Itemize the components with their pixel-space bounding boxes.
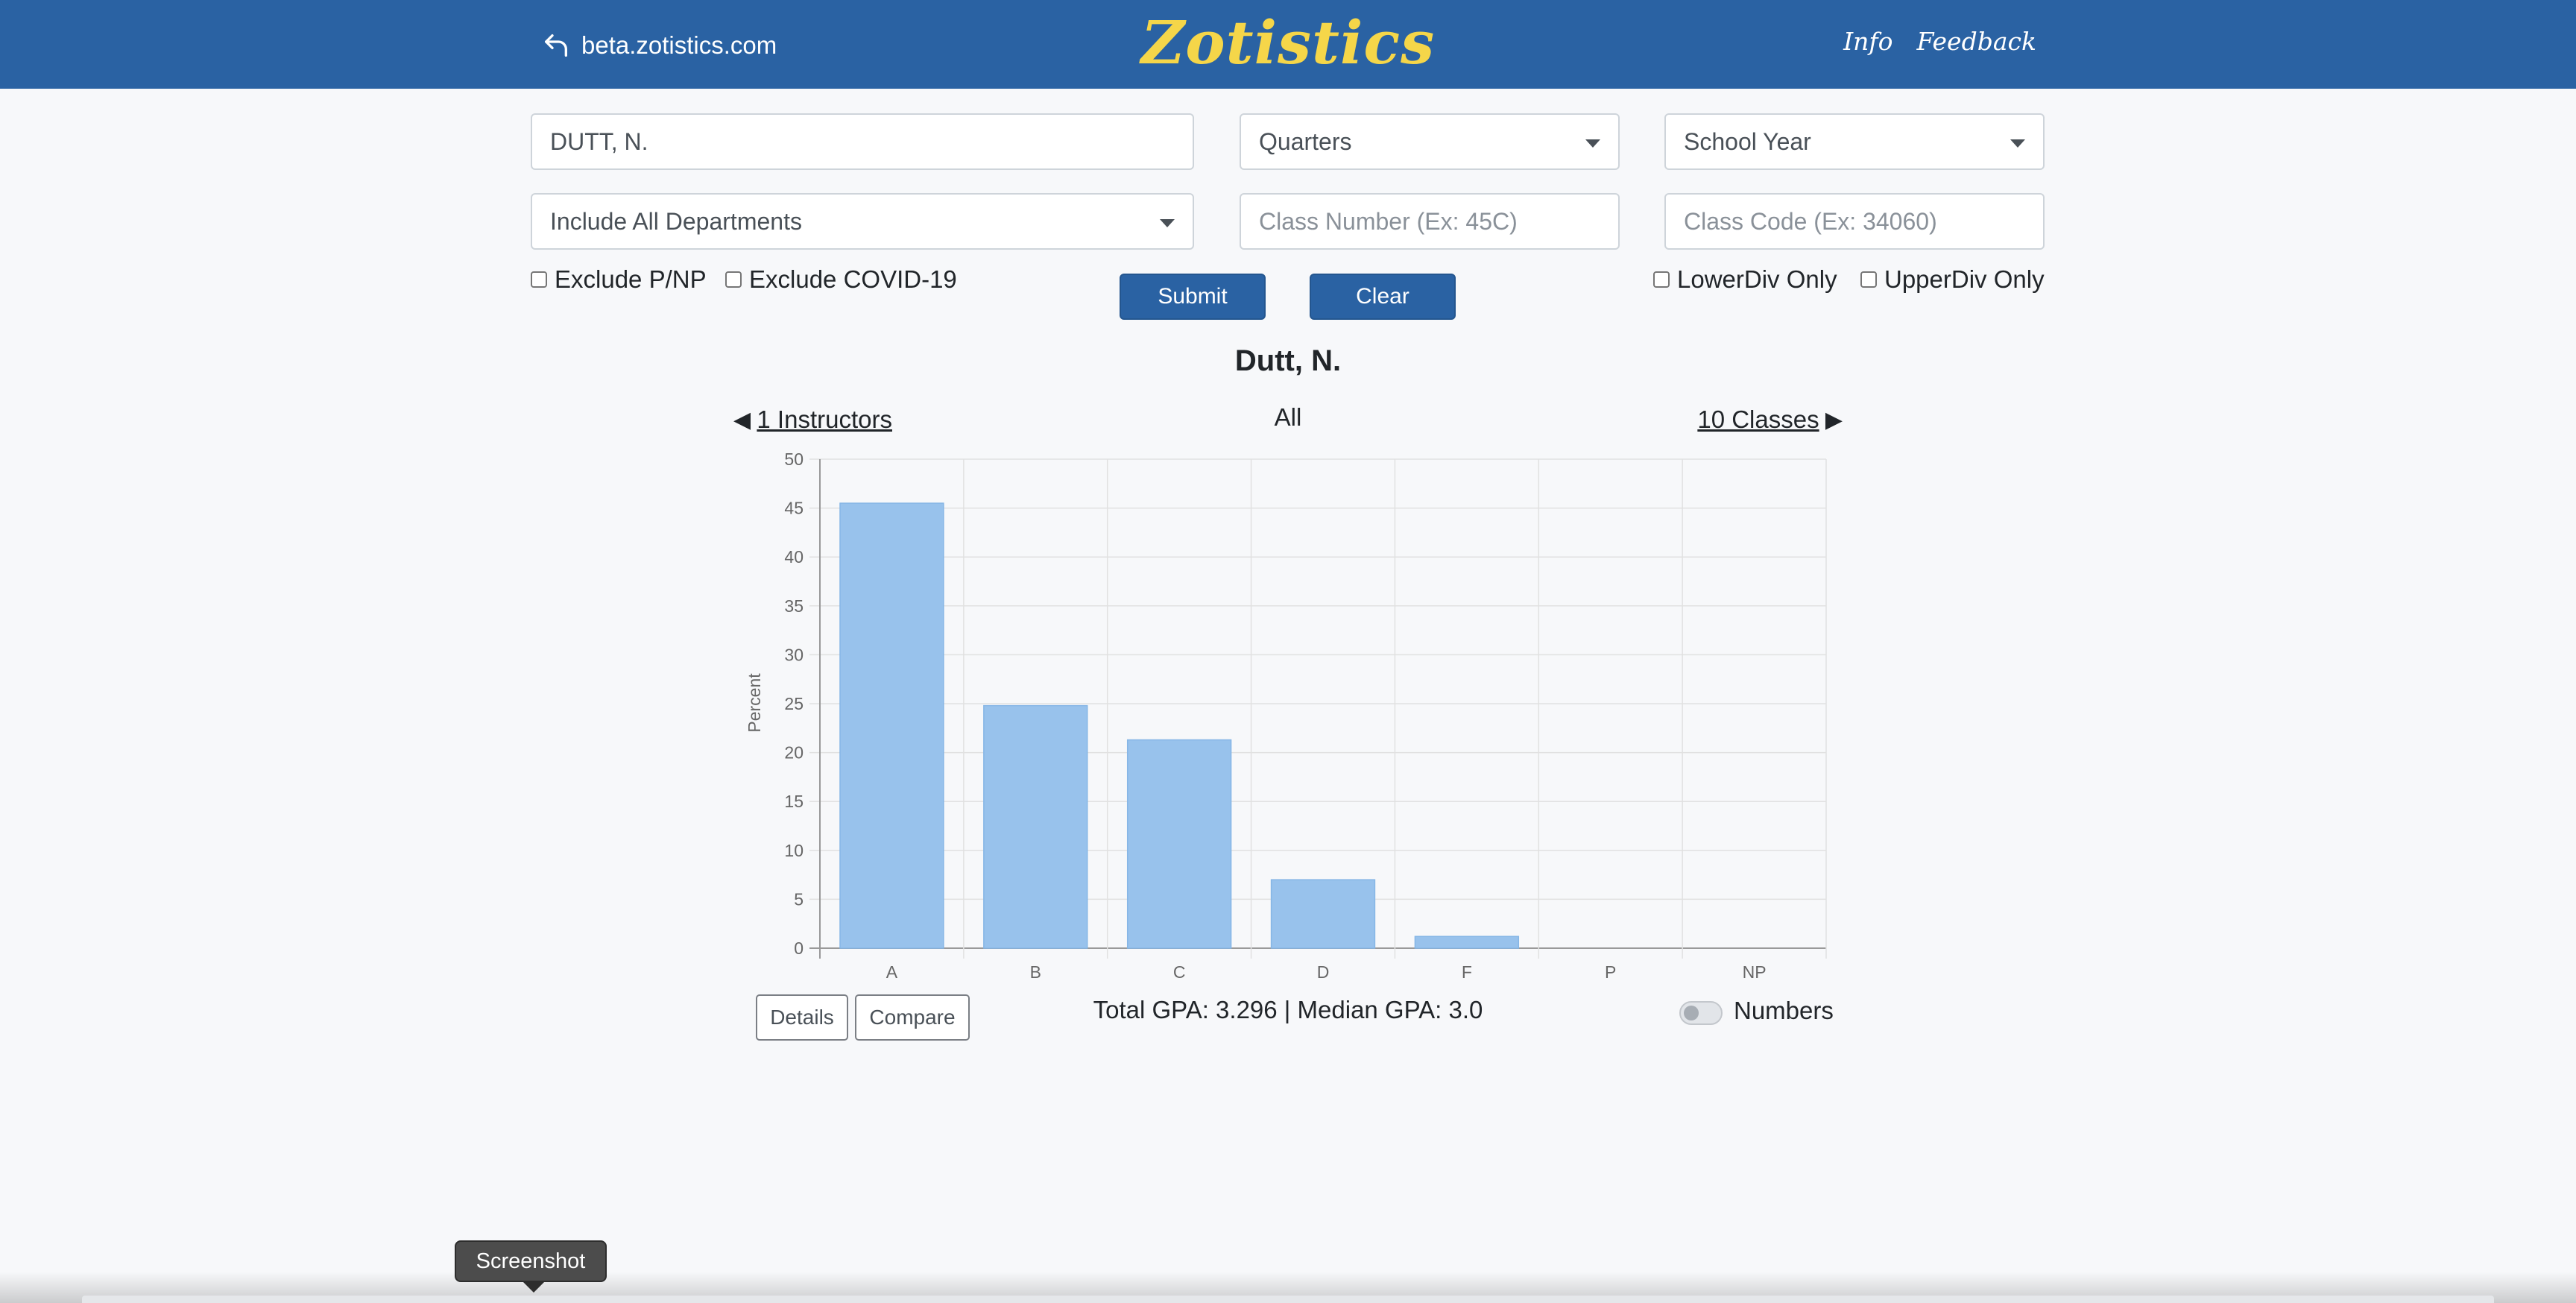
bar-d[interactable] [1270,879,1376,949]
x-tick-label: NP [1743,962,1767,982]
y-tick-label: 40 [784,547,804,567]
back-to-beta-link[interactable]: beta.zotistics.com [541,27,777,64]
toggle-knob [1684,1006,1699,1020]
y-tick-label: 30 [784,645,804,664]
x-tick-label: C [1173,962,1186,982]
y-tick-label: 20 [784,743,804,763]
chevron-down-icon [1585,139,1600,148]
chevron-right-icon: ▶ [1819,407,1843,432]
exclude-pnp-checkbox[interactable]: Exclude P/NP [531,265,707,294]
chevron-down-icon [2010,139,2025,148]
checkbox-box[interactable] [531,271,547,288]
class-number-input[interactable]: Class Number (Ex: 45C) [1240,193,1620,250]
school-year-select[interactable]: School Year [1664,113,2045,170]
y-tick-label: 15 [784,792,804,811]
checkbox-box[interactable] [725,271,742,288]
chevron-down-icon [1160,219,1175,227]
clear-button[interactable]: Clear [1310,274,1456,320]
gpa-summary: Total GPA: 3.296 | Median GPA: 3.0 [1093,996,1483,1023]
x-tick-label: D [1317,962,1330,982]
class-number-placeholder: Class Number (Ex: 45C) [1259,207,1518,235]
lowerdiv-only-checkbox[interactable]: LowerDiv Only [1653,265,1837,294]
y-tick-label: 50 [784,449,804,469]
return-arrow-icon [545,34,567,57]
x-tick-label: F [1462,962,1472,982]
numbers-toggle-label: Numbers [1734,997,1834,1024]
nav-feedback-link[interactable]: Feedback [1916,27,2036,56]
screenshot-tooltip: Screenshot [455,1240,607,1293]
y-tick-label: 35 [784,596,804,616]
x-tick-label: P [1605,962,1616,982]
checkbox-box[interactable] [1653,271,1670,288]
quarters-select-value: Quarters [1259,127,1352,155]
y-tick-label: 45 [784,499,804,518]
checkbox-box[interactable] [1860,271,1877,288]
numbers-toggle[interactable] [1679,1001,1723,1025]
department-select[interactable]: Include All Departments [531,193,1194,250]
instructor-input-value: DUTT, N. [550,127,648,155]
bar-f[interactable] [1414,936,1520,949]
exclude-covid-label: Exclude COVID-19 [749,265,957,293]
lowerdiv-only-label: LowerDiv Only [1677,265,1837,293]
back-link-label: beta.zotistics.com [581,31,777,59]
x-tick-label: B [1030,962,1041,982]
department-select-value: Include All Departments [550,207,802,235]
bar-a[interactable] [839,502,944,949]
submit-button[interactable]: Submit [1120,274,1266,320]
class-code-placeholder: Class Code (Ex: 34060) [1684,207,1937,235]
class-code-input[interactable]: Class Code (Ex: 34060) [1664,193,2045,250]
y-tick-label: 25 [784,694,804,713]
y-tick-label: 0 [794,938,804,958]
result-title: Dutt, N. [1234,344,1342,377]
exclude-pnp-label: Exclude P/NP [555,265,707,293]
upperdiv-only-label: UpperDiv Only [1884,265,2045,293]
instructor-input[interactable]: DUTT, N. [531,113,1194,170]
y-tick-label: 10 [784,841,804,860]
classes-nav[interactable]: 10 Classes ▶ [1697,406,1843,434]
y-axis-label: Percent [745,673,764,733]
quarters-select[interactable]: Quarters [1240,113,1620,170]
top-navbar: beta.zotistics.com Zotistics Info Feedba… [0,0,2576,89]
x-tick-label: A [886,962,898,982]
brand-logo[interactable]: Zotistics [1141,7,1435,78]
nav-info-link[interactable]: Info [1843,27,1892,56]
grade-distribution-chart: 0 5 10 15 20 25 30 35 40 45 50 A B C D F P NP Percent [745,449,1827,982]
exclude-covid-checkbox[interactable]: Exclude COVID-19 [725,265,957,294]
bar-c[interactable] [1126,739,1232,949]
dock-edge [82,1296,2494,1303]
classes-link[interactable]: 10 Classes [1697,406,1819,434]
bar-b[interactable] [983,704,1088,949]
y-tick-label: 5 [794,889,804,909]
school-year-select-value: School Year [1684,127,1811,155]
filter-label: All [1274,403,1302,431]
upperdiv-only-checkbox[interactable]: UpperDiv Only [1860,265,2045,294]
